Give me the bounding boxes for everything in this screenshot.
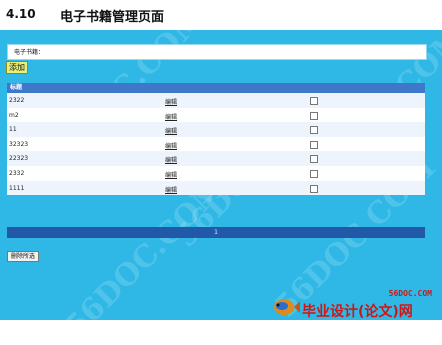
row-title: 22323 <box>9 155 29 163</box>
table-row: 2332 编辑 <box>7 165 425 181</box>
edit-link[interactable]: 编辑 <box>165 126 177 135</box>
edit-link[interactable]: 编辑 <box>165 155 177 164</box>
fish-logo-icon <box>274 299 300 315</box>
page-number-link[interactable]: 1 <box>214 229 218 236</box>
logo-url: 56DOC.COM <box>388 289 432 298</box>
row-title: 32323 <box>9 140 29 148</box>
select-checkbox[interactable] <box>310 184 318 193</box>
row-title: 1111 <box>9 184 25 192</box>
table-row: 1111 编辑 <box>7 180 425 196</box>
select-checkbox[interactable] <box>310 140 318 149</box>
table-row: 2322 编辑 <box>7 93 425 108</box>
select-checkbox[interactable] <box>310 155 318 164</box>
table-row: 22323 编辑 <box>7 151 425 166</box>
edit-link[interactable]: 编辑 <box>165 185 177 194</box>
logo-text: 毕业设计(论文)网 <box>302 304 413 320</box>
select-checkbox[interactable] <box>310 126 318 135</box>
row-title: m2 <box>9 111 19 119</box>
table-header-title: 标题 <box>7 83 425 93</box>
edit-link[interactable]: 编辑 <box>165 141 177 150</box>
edit-link[interactable]: 编辑 <box>165 97 177 106</box>
section-number: 4.10 <box>6 7 36 21</box>
row-title: 11 <box>9 126 17 134</box>
add-button[interactable]: 添加 <box>6 61 28 74</box>
select-checkbox[interactable] <box>310 169 318 178</box>
table-row: 11 编辑 <box>7 122 425 137</box>
row-title: 2322 <box>9 97 25 104</box>
site-logo: 56DOC.COM 毕业设计(论文)网 <box>270 289 436 345</box>
ebook-table: 标题 2322 编辑 m2 编辑 11 编辑 32323 编辑 22323 编辑… <box>7 83 425 196</box>
pagination-bar: 1 <box>7 227 425 238</box>
document-heading: 4.10 电子书籍管理页面 <box>0 0 442 30</box>
delete-selected-button[interactable]: 删除所选 <box>7 251 40 262</box>
edit-link[interactable]: 编辑 <box>165 112 177 121</box>
screenshot-area: 56DOC.COM 56DOC.COM 56DOC.COM 56DOC.COM … <box>0 1 442 344</box>
table-row: 32323 编辑 <box>7 136 425 152</box>
ebook-form-row: 电子书籍： <box>7 44 427 60</box>
section-title: 电子书籍管理页面 <box>60 10 165 25</box>
row-title: 2332 <box>9 169 25 177</box>
table-row: m2 编辑 <box>7 107 425 123</box>
select-checkbox[interactable] <box>310 111 318 120</box>
watermark-text: 56DOC.COM <box>58 170 233 345</box>
ebook-label: 电子书籍： <box>14 49 45 56</box>
select-checkbox[interactable] <box>310 97 318 105</box>
edit-link[interactable]: 编辑 <box>165 170 177 179</box>
table-body: 2322 编辑 m2 编辑 11 编辑 32323 编辑 22323 编辑 23… <box>7 93 425 196</box>
